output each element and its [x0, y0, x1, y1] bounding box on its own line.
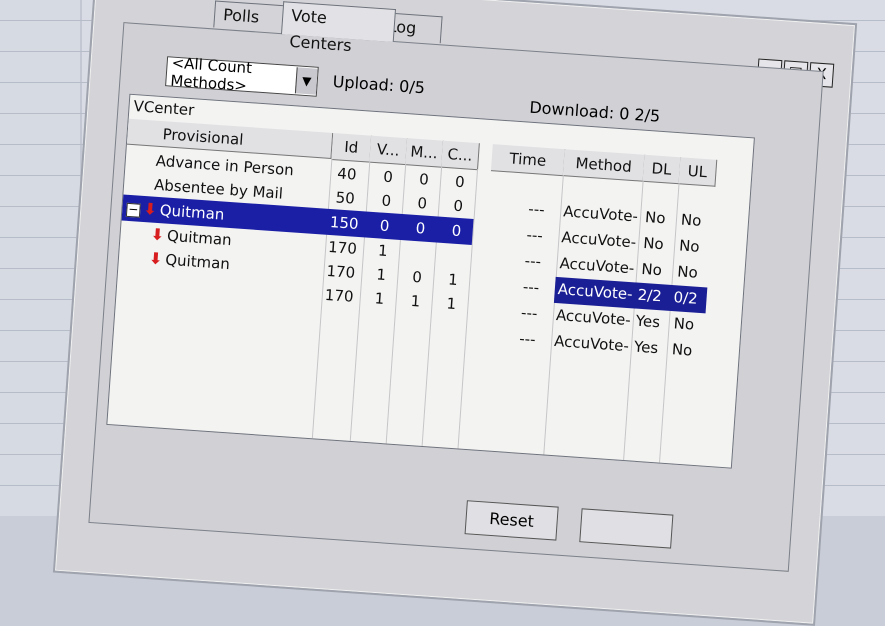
tab-vote-centers[interactable]: Vote Centers — [280, 1, 397, 55]
row-name: Quitman — [166, 226, 233, 250]
row-id: 150 — [329, 213, 360, 233]
row-c: 0 — [452, 196, 464, 216]
reset-button[interactable]: Reset — [464, 500, 559, 541]
arrow-down-icon: ⬇ — [150, 224, 165, 245]
column-header-time[interactable]: Time — [490, 144, 566, 177]
upload-status: Upload: 0/5 — [332, 72, 425, 97]
upload-value: 0/5 — [398, 76, 426, 98]
row-c: 0 — [454, 172, 466, 192]
row-ul: No — [671, 340, 693, 360]
row-name: Quitman — [164, 250, 231, 274]
row-v: 1 — [375, 265, 387, 285]
chevron-down-icon: ▼ — [294, 67, 318, 95]
row-id: 170 — [325, 261, 356, 282]
row-time: --- — [527, 199, 546, 219]
column-header-c[interactable]: C... — [441, 140, 480, 171]
upload-label: Upload: — [332, 71, 395, 96]
row-v: 0 — [382, 167, 394, 187]
row-v: 1 — [374, 289, 385, 308]
table-title: VCenter — [132, 97, 195, 120]
row-method: AccuVote- — [562, 202, 639, 226]
row-time: --- — [520, 303, 538, 323]
column-header-dl[interactable]: DL — [642, 154, 682, 185]
row-m: 0 — [416, 194, 428, 213]
row-time: --- — [518, 329, 537, 349]
dropdown-value: <All Count Methods> — [169, 53, 253, 95]
tab-label: Polls — [222, 5, 260, 27]
row-ul: 0/2 — [672, 288, 699, 308]
tab-label: Vote Centers — [288, 5, 353, 56]
row-method: AccuVote- — [553, 331, 630, 356]
vote-centers-panel: <All Count Methods> ▼ Upload: 0/5 Downlo… — [88, 22, 824, 572]
vote-centers-window: Polls Vote Centers Log _ □ X <All Count … — [52, 0, 858, 626]
row-id: 170 — [327, 237, 358, 258]
column-header-id[interactable]: Id — [331, 133, 373, 163]
column-header-v[interactable]: V... — [369, 135, 409, 166]
row-dl: Yes — [635, 311, 661, 332]
download-value: 0 2/5 — [618, 103, 661, 126]
row-name-cell: ⬇ Quitman — [148, 246, 231, 276]
row-c — [449, 243, 451, 267]
row-method: AccuVote- — [560, 228, 637, 252]
row-dl: No — [640, 259, 663, 280]
row-c: 1 — [445, 294, 457, 313]
row-m — [413, 241, 415, 265]
arrow-down-icon: ⬇ — [148, 248, 164, 269]
row-v: 0 — [379, 216, 391, 236]
row-dl: Yes — [633, 337, 659, 358]
download-status: Download: 0 2/5 — [529, 98, 661, 126]
row-m: 0 — [411, 267, 423, 287]
row-c: 0 — [451, 221, 462, 241]
collapse-icon[interactable]: − — [125, 202, 141, 218]
row-name: Quitman — [159, 201, 225, 224]
row-ul: No — [678, 236, 701, 256]
secondary-button[interactable] — [579, 508, 674, 549]
row-id: 170 — [324, 285, 355, 306]
column-header-ul[interactable]: UL — [678, 157, 718, 187]
row-ul: No — [676, 262, 699, 282]
row-id: 40 — [336, 164, 358, 184]
row-dl: No — [642, 233, 665, 254]
row-v: 0 — [380, 191, 392, 211]
row-time: --- — [522, 277, 540, 297]
arrow-down-icon: ⬇ — [142, 198, 158, 219]
row-method: AccuVote- — [557, 280, 634, 304]
row-time: --- — [524, 251, 542, 271]
row-dl: No — [644, 207, 667, 228]
row-v: 1 — [377, 241, 389, 261]
row-c: 1 — [447, 270, 459, 290]
row-time: --- — [525, 225, 544, 245]
row-method: AccuVote- — [555, 306, 632, 330]
row-m: 1 — [410, 291, 421, 311]
row-method: AccuVote- — [559, 254, 635, 278]
vcenter-table[interactable]: VCenter Provisional Id V... M... C... Ti… — [106, 93, 755, 469]
row-id: 50 — [335, 188, 356, 208]
row-dl: 2/2 — [637, 285, 663, 306]
count-methods-dropdown[interactable]: <All Count Methods> ▼ — [165, 53, 319, 97]
row-ul: No — [680, 210, 703, 230]
row-name — [146, 270, 148, 294]
row-m: 0 — [418, 170, 430, 189]
column-header-m[interactable]: M... — [405, 138, 444, 168]
download-label: Download: — [528, 97, 615, 123]
row-m: 0 — [415, 219, 426, 238]
row-ul: No — [673, 314, 695, 334]
column-header-method[interactable]: Method — [562, 149, 646, 182]
